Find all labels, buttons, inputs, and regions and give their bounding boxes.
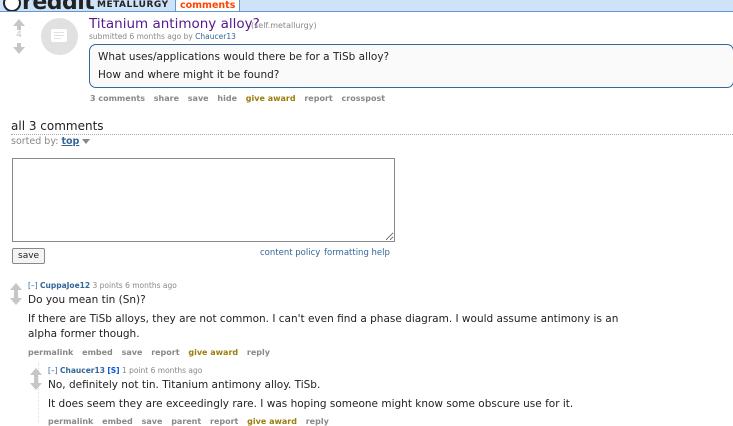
sorted-label: sorted by: (11, 136, 59, 147)
content-policy-link[interactable]: content policy (260, 248, 320, 258)
report-link[interactable]: report (151, 348, 179, 357)
comment-tagline: [–] CuppaJoe12 3 points 6 months ago (28, 281, 177, 290)
comment-textarea[interactable] (12, 158, 395, 242)
comments-link[interactable]: 3 comments (90, 94, 145, 103)
save-link[interactable]: save (122, 348, 143, 357)
comment-meta: 1 point 6 months ago (121, 366, 203, 375)
post-score: 4 (16, 30, 22, 40)
sort-dropdown[interactable]: top (61, 136, 79, 147)
comment-text: Do you mean tin (Sn)? (28, 294, 146, 306)
reddit-alien-icon[interactable] (3, 0, 21, 11)
comment-downvote-icon[interactable] (10, 294, 22, 305)
reply-link[interactable]: reply (306, 417, 329, 426)
embed-link[interactable]: embed (82, 348, 113, 357)
permalink-link[interactable]: permalink (48, 417, 93, 426)
comment-author[interactable]: CuppaJoe12 (40, 281, 90, 290)
post-title[interactable]: Titanium antimony alloy? (89, 16, 260, 32)
report-link[interactable]: report (210, 417, 238, 426)
selftext-line: How and where might it be found? (98, 69, 280, 81)
header-bar: reddit METALLURGY comments (0, 0, 733, 12)
post-author[interactable]: Chaucer13 (195, 32, 236, 41)
collapse-toggle[interactable]: [–] (28, 281, 38, 290)
comment-upvote-icon[interactable] (30, 368, 42, 379)
comment-text: No, definitely not tin. Titanium antimon… (48, 379, 321, 391)
divider (11, 134, 733, 135)
give-award-link[interactable]: give award (188, 348, 238, 357)
comment-text: It does seem they are exceedingly rare. … (48, 398, 574, 410)
comment-upvote-icon[interactable] (10, 283, 22, 294)
comment-text: alpha former though. (28, 328, 140, 340)
crosspost-link[interactable]: crosspost (342, 94, 386, 103)
post-downvote-icon[interactable] (13, 43, 25, 54)
reply-link[interactable]: reply (247, 348, 270, 357)
selftext-line: What uses/applications would there be fo… (98, 51, 390, 63)
comment-buttons: permalink embed save report give award r… (28, 348, 276, 357)
parent-link[interactable]: parent (171, 417, 201, 426)
comment-tagline: [–] Chaucer13 [S] 1 point 6 months ago (48, 366, 202, 375)
save-link[interactable]: save (188, 94, 209, 103)
text-post-icon (51, 29, 67, 42)
give-award-link[interactable]: give award (246, 94, 296, 103)
comment-downvote-icon[interactable] (30, 379, 42, 390)
give-award-link[interactable]: give award (247, 417, 297, 426)
comment-text: If there are TiSb alloys, they are not c… (28, 313, 619, 325)
collapse-toggle[interactable]: [–] (48, 366, 58, 375)
subreddit-name[interactable]: METALLURGY (97, 0, 169, 11)
post-buttons: 3 comments share save hide give award re… (90, 94, 391, 103)
chevron-down-icon[interactable] (82, 139, 91, 144)
hide-link[interactable]: hide (217, 94, 237, 103)
comment-author[interactable]: Chaucer13 (60, 366, 105, 375)
tagline-prefix: submitted 6 months ago by (89, 32, 193, 41)
submitter-badge: [S] (107, 366, 120, 375)
post-domain[interactable]: (self.metallurgy) (251, 21, 317, 30)
formatting-help-link[interactable]: formatting help (324, 248, 390, 258)
reddit-logo[interactable]: reddit (22, 0, 95, 11)
post-tagline: submitted 6 months ago by Chaucer13 (89, 32, 236, 41)
report-link[interactable]: report (304, 94, 332, 103)
share-link[interactable]: share (154, 94, 179, 103)
save-link[interactable]: save (142, 417, 163, 426)
comment-buttons: permalink embed save parent report give … (48, 417, 335, 426)
sort-menu: sorted by: top (11, 136, 91, 147)
post-upvote-icon[interactable] (13, 19, 25, 30)
tab-comments[interactable]: comments (175, 0, 241, 11)
embed-link[interactable]: embed (102, 417, 133, 426)
save-button[interactable]: save (12, 248, 46, 264)
post-selftext: What uses/applications would there be fo… (89, 44, 733, 88)
permalink-link[interactable]: permalink (28, 348, 73, 357)
comments-heading: all 3 comments (11, 119, 104, 133)
comment-meta: 3 points 6 months ago (92, 281, 177, 290)
